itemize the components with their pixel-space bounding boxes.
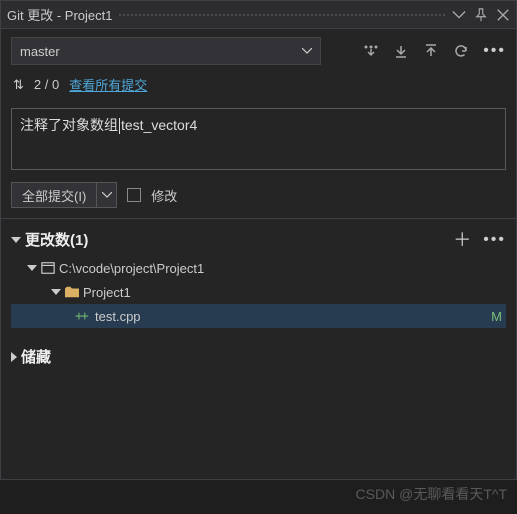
chevron-down-icon [102, 192, 112, 198]
chevron-down-icon [51, 289, 61, 295]
file-status: M [491, 309, 502, 324]
stage-all-button[interactable]: ＋ [453, 233, 471, 247]
title-grip[interactable] [118, 13, 446, 17]
view-all-commits-link[interactable]: 查看所有提交 [69, 75, 147, 94]
solution-icon [41, 261, 55, 275]
pull-icon[interactable] [393, 43, 409, 59]
amend-label: 修改 [151, 186, 177, 205]
branch-name: master [20, 44, 60, 59]
branch-select[interactable]: master [11, 37, 321, 65]
commit-message-input[interactable]: 注释了对象数组test_vector4 [11, 108, 506, 170]
sync-arrows-icon: ⇅ [13, 77, 24, 93]
changes-more-icon[interactable]: ••• [483, 235, 506, 245]
commit-msg-after: test_vector4 [121, 117, 197, 133]
commit-msg-before: 注释了对象数组 [20, 117, 118, 133]
folder-name: Project1 [83, 285, 502, 300]
commit-all-button[interactable]: 全部提交(I) [11, 182, 117, 208]
tree-folder[interactable]: Project1 [11, 280, 506, 304]
dropdown-icon[interactable] [452, 8, 466, 22]
chevron-down-icon[interactable] [11, 237, 21, 243]
sync-icon[interactable] [453, 43, 469, 59]
commit-dropdown-button[interactable] [96, 183, 116, 207]
folder-icon [65, 286, 79, 298]
tree-file[interactable]: ++ test.cpp M [11, 304, 506, 328]
watermark: CSDN @无聊看看天T^T [356, 484, 507, 504]
amend-checkbox[interactable] [127, 188, 141, 202]
chevron-down-icon [302, 48, 312, 54]
chevron-right-icon[interactable] [11, 352, 17, 362]
stash-header: 储藏 [21, 346, 51, 367]
repo-path: C:\vcode\project\Project1 [59, 261, 502, 276]
chevron-down-icon [27, 265, 37, 271]
close-icon[interactable] [496, 8, 510, 22]
file-name: test.cpp [95, 309, 487, 324]
commit-all-label: 全部提交(I) [12, 183, 96, 207]
panel-title: Git 更改 - Project1 [7, 5, 112, 24]
cpp-file-icon: ++ [75, 309, 91, 324]
tree-repo-root[interactable]: C:\vcode\project\Project1 [11, 256, 506, 280]
fetch-icon[interactable] [363, 43, 379, 59]
text-cursor [119, 118, 120, 134]
more-icon[interactable]: ••• [483, 46, 506, 56]
sync-counts: 2 / 0 [34, 77, 59, 92]
push-icon[interactable] [423, 43, 439, 59]
changes-header: 更改数(1) [25, 229, 88, 250]
pin-icon[interactable] [474, 8, 488, 22]
